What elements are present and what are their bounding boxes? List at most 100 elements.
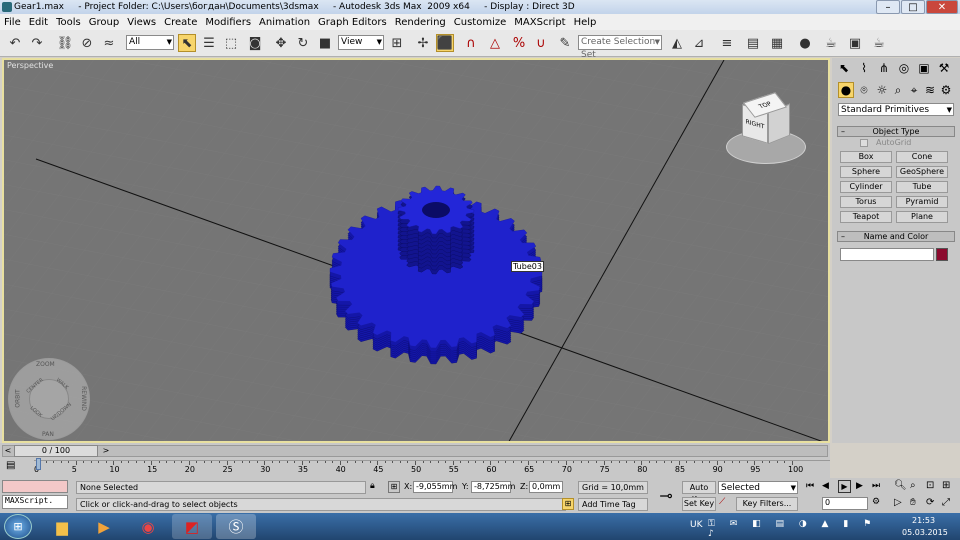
field-of-view-icon[interactable]: ▷ xyxy=(894,497,902,508)
current-frame-field[interactable]: 0 xyxy=(822,497,868,510)
rectangular-selection-icon[interactable]: ⬚ xyxy=(222,34,240,52)
move-icon[interactable]: ✥ xyxy=(272,34,290,52)
tangent-icon[interactable]: ⟋ xyxy=(719,497,733,511)
align-icon[interactable]: ⊿ xyxy=(690,34,708,52)
create-tab-icon[interactable]: ⬉ xyxy=(836,60,852,76)
cameras-icon[interactable]: ⌕ xyxy=(890,82,906,98)
zoom-extents-icon[interactable]: ⊡ xyxy=(926,480,934,491)
percent-snap-icon[interactable]: % xyxy=(510,34,528,52)
motion-tab-icon[interactable]: ◎ xyxy=(896,60,912,76)
time-slider-next[interactable]: > xyxy=(100,445,112,457)
x-coordinate-field[interactable]: -9,055mm xyxy=(413,481,457,493)
menu-modifiers[interactable]: Modifiers xyxy=(201,17,255,28)
gear-bore-hole[interactable] xyxy=(422,202,450,218)
layer-manager-icon[interactable]: ≡ xyxy=(718,34,736,52)
language-indicator[interactable]: UK xyxy=(690,520,703,530)
geosphere-button[interactable]: GeoSphere xyxy=(896,166,948,178)
start-button[interactable]: ⊞ xyxy=(4,514,32,539)
unlink-icon[interactable]: ⊘ xyxy=(78,34,96,52)
geometry-icon[interactable]: ● xyxy=(838,82,854,98)
reference-coord-dropdown[interactable]: View ▼ xyxy=(338,35,384,50)
paint-taskbar-icon[interactable]: ◩ xyxy=(172,514,212,539)
box-button[interactable]: Box xyxy=(840,151,892,163)
select-by-name-icon[interactable]: ☰ xyxy=(200,34,218,52)
named-selection-sets[interactable]: Create Selection Set ▼ xyxy=(578,35,662,60)
wheel-orbit[interactable]: ORBIT xyxy=(15,389,22,407)
viewcube[interactable]: RIGHT TOP xyxy=(726,92,806,166)
lock-icon[interactable]: 🔒︎ xyxy=(370,481,375,491)
utilities-tab-icon[interactable]: ⚒ xyxy=(936,60,952,76)
zoom-icon[interactable]: 🔍︎ xyxy=(894,480,907,491)
bind-space-warp-icon[interactable]: ≈ xyxy=(100,34,118,52)
time-tag-icon[interactable]: ⊞ xyxy=(562,498,574,510)
close-button[interactable]: ✕ xyxy=(926,0,958,14)
maxscript-listener-pink[interactable] xyxy=(2,480,68,493)
window-crossing-icon[interactable]: ◙ xyxy=(246,34,264,52)
maximize-button[interactable]: □ xyxy=(901,0,925,14)
edit-named-selection-icon[interactable]: ✎ xyxy=(556,34,574,52)
lights-icon[interactable]: ☼ xyxy=(874,82,890,98)
z-coordinate-field[interactable]: 0,0mm xyxy=(529,481,563,493)
keyboard-shortcut-icon[interactable]: ⬛ xyxy=(436,34,454,52)
rotate-icon[interactable]: ↻ xyxy=(294,34,312,52)
wheel-zoom[interactable]: ZOOM xyxy=(36,361,55,368)
track-bar-icon[interactable]: ▤ xyxy=(6,460,22,474)
zoom-all-icon[interactable]: ⌕ xyxy=(910,480,916,491)
absolute-mode-icon[interactable]: ⊞ xyxy=(388,481,400,493)
hierarchy-tab-icon[interactable]: ⋔ xyxy=(876,60,892,76)
wheel-rewind[interactable]: REWIND xyxy=(80,386,87,411)
minimize-button[interactable]: – xyxy=(876,0,900,14)
scale-icon[interactable]: ■ xyxy=(316,34,334,52)
menu-customize[interactable]: Customize xyxy=(450,17,511,28)
clock-date[interactable]: 05.03.2015 xyxy=(902,528,948,537)
tube-button[interactable]: Tube xyxy=(896,181,948,193)
material-editor-icon[interactable]: ● xyxy=(796,34,814,52)
3dsmax-taskbar-icon[interactable]: Ⓢ xyxy=(216,514,256,539)
track-bar[interactable]: 0510152025303540455055606570758085909510… xyxy=(34,460,830,478)
plane-button[interactable]: Plane xyxy=(896,211,948,223)
select-link-icon[interactable]: ⛓ xyxy=(56,34,74,52)
cone-button[interactable]: Cone xyxy=(896,151,948,163)
set-key-icon[interactable]: ⊸ xyxy=(652,482,680,510)
schematic-view-icon[interactable]: ▦ xyxy=(768,34,786,52)
helpers-icon[interactable]: ⌖ xyxy=(906,82,922,98)
set-key-button[interactable]: Set Key xyxy=(682,497,716,511)
render-production-icon[interactable]: ☕ xyxy=(870,34,888,52)
menu-create[interactable]: Create xyxy=(160,17,201,28)
key-filters-button[interactable]: Key Filters... xyxy=(736,497,798,511)
systems-icon[interactable]: ⚙ xyxy=(938,82,954,98)
snaps-toggle-icon[interactable]: ∩ xyxy=(462,34,480,52)
display-tab-icon[interactable]: ▣ xyxy=(916,60,932,76)
modify-tab-icon[interactable]: ⌇ xyxy=(856,60,872,76)
time-slider-track[interactable] xyxy=(2,445,828,457)
object-color-swatch[interactable] xyxy=(936,248,948,261)
curve-editor-icon[interactable]: ▤ xyxy=(744,34,762,52)
previous-frame-icon[interactable]: ◀ xyxy=(822,481,829,491)
orbit-icon[interactable]: ⟳ xyxy=(926,497,934,508)
menu-views[interactable]: Views xyxy=(123,17,160,28)
torus-button[interactable]: Torus xyxy=(840,196,892,208)
menu-tools[interactable]: Tools xyxy=(52,17,85,28)
wheel-pan[interactable]: PAN xyxy=(42,431,54,438)
shapes-icon[interactable]: ⌾ xyxy=(856,82,872,98)
sphere-button[interactable]: Sphere xyxy=(840,166,892,178)
explorer-taskbar-icon[interactable]: ▆ xyxy=(42,514,82,539)
autogrid-checkbox[interactable] xyxy=(860,139,868,147)
tray-icons[interactable]: ⚿ ✉ ◧ ▤ ◑ ▲ ▮ ⚑ ♪ xyxy=(708,519,888,539)
angle-snap-icon[interactable]: △ xyxy=(486,34,504,52)
pan-icon[interactable]: ✋︎ xyxy=(910,497,916,508)
menu-graph-editors[interactable]: Graph Editors xyxy=(314,17,391,28)
rendered-frame-window-icon[interactable]: ▣ xyxy=(846,34,864,52)
menu-rendering[interactable]: Rendering xyxy=(391,17,450,28)
chrome-taskbar-icon[interactable]: ◉ xyxy=(128,514,168,539)
mirror-icon[interactable]: ◭ xyxy=(668,34,686,52)
menu-maxscript[interactable]: MAXScript xyxy=(510,17,569,28)
spinner-snap-icon[interactable]: ∪ xyxy=(532,34,550,52)
go-to-end-icon[interactable]: ⏭ xyxy=(872,481,880,491)
pivot-center-icon[interactable]: ⊞ xyxy=(388,34,406,52)
name-and-color-rollout[interactable]: – Name and Color xyxy=(837,231,955,242)
select-object-icon[interactable]: ⬉ xyxy=(178,34,196,52)
render-setup-icon[interactable]: ☕ xyxy=(822,34,840,52)
steering-wheel[interactable]: ZOOM ORBIT REWIND PAN CENTER WALK LOOK U… xyxy=(8,358,90,440)
menu-group[interactable]: Group xyxy=(85,17,123,28)
